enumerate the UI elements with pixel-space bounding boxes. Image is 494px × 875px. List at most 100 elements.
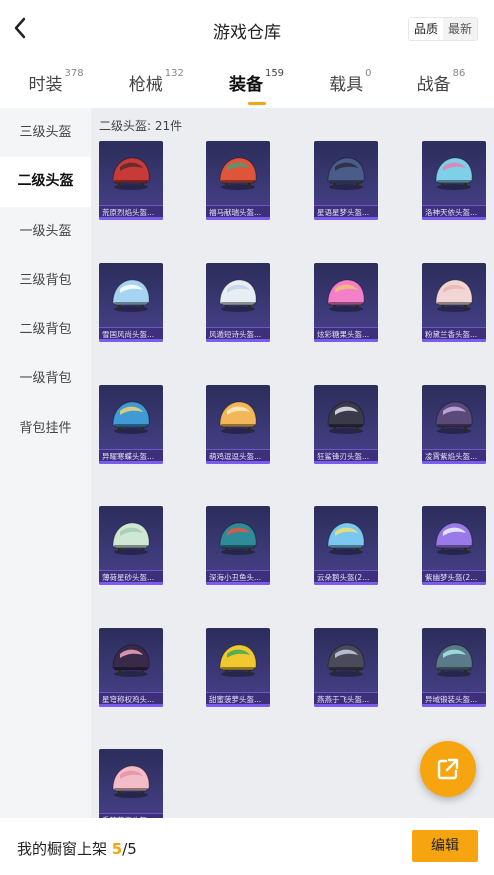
helmet-item-card[interactable]: 凌霄紫焰头盔... xyxy=(422,385,486,464)
helmet-icon xyxy=(219,401,257,434)
rarity-bar xyxy=(422,582,486,585)
item-grid-panel: 二级头盔: 21件 荒原烈焰头盔... 福马献瑞头盔... 星语星梦头盔... 洛神天… xyxy=(91,108,494,818)
showcase-label: 我的橱窗上架 xyxy=(17,840,108,858)
share-external-icon xyxy=(437,758,459,780)
sort-newest[interactable]: 最新 xyxy=(443,18,477,40)
helmet-item-card[interactable]: 福马献瑞头盔... xyxy=(206,141,270,220)
helmet-icon xyxy=(112,765,150,798)
tab-fashion[interactable]: 时装378 xyxy=(29,58,84,95)
tab-count: 378 xyxy=(64,68,84,79)
helmet-icon xyxy=(112,157,150,190)
rarity-bar xyxy=(314,704,378,707)
helmet-item-card[interactable]: 星穹称权鸡头... xyxy=(99,628,163,707)
rarity-bar xyxy=(99,339,163,342)
helmet-icon xyxy=(219,157,257,190)
tab-count: 0 xyxy=(365,68,372,79)
rarity-bar xyxy=(99,461,163,464)
sidebar-item-level3-backpack[interactable]: 三级背包 xyxy=(0,256,91,305)
tab-count: 86 xyxy=(452,68,466,79)
helmet-icon xyxy=(327,157,365,190)
showcase-total-count: /5 xyxy=(122,840,137,858)
helmet-item-card[interactable]: 萌鸡逗逗头盔... xyxy=(206,385,270,464)
showcase-current-count: 5 xyxy=(111,840,123,858)
tab-weapons[interactable]: 枪械132 xyxy=(129,58,184,95)
rarity-bar xyxy=(206,704,270,707)
helmet-icon xyxy=(435,522,473,555)
rarity-bar xyxy=(422,461,486,464)
sidebar-item-level1-helmet[interactable]: 一级头盔 xyxy=(0,207,91,256)
helmet-icon xyxy=(435,644,473,677)
rarity-bar xyxy=(99,704,163,707)
helmet-icon xyxy=(112,279,150,312)
category-tabs: 时装378 枪械132 装备159 载具0 战备86 xyxy=(0,58,494,106)
helmet-item-card[interactable]: 洛神天依头盔... xyxy=(422,141,486,220)
helmet-icon xyxy=(327,644,365,677)
rarity-bar xyxy=(206,461,270,464)
tab-active-indicator xyxy=(247,102,266,105)
helmet-item-card[interactable]: 紫幽梦头盔(2... xyxy=(422,506,486,585)
tab-count: 132 xyxy=(164,68,184,79)
sort-toggle[interactable]: 品质 最新 xyxy=(407,17,478,41)
helmet-icon xyxy=(219,279,257,312)
helmet-icon xyxy=(112,644,150,677)
share-button[interactable] xyxy=(420,741,476,797)
helmet-icon xyxy=(327,401,365,434)
rarity-bar xyxy=(422,704,486,707)
helmet-icon xyxy=(112,401,150,434)
helmet-item-card[interactable]: 荒原烈焰头盔... xyxy=(99,141,163,220)
edit-button[interactable]: 编辑 xyxy=(412,830,478,862)
rarity-bar xyxy=(314,339,378,342)
helmet-item-card[interactable]: 粉黛兰香头盔... xyxy=(422,263,486,342)
rarity-bar xyxy=(99,217,163,220)
tab-label: 载具 xyxy=(329,75,364,95)
tab-vehicles[interactable]: 载具0 xyxy=(329,58,371,95)
helmet-item-card[interactable]: 狂鲨锋刃头盔... xyxy=(314,385,378,464)
helmet-item-card[interactable]: 甜蜜菠萝头盔... xyxy=(206,628,270,707)
helmet-icon xyxy=(327,522,365,555)
showcase-status: 我的橱窗上架 5/5 xyxy=(17,838,137,859)
sidebar: 三级头盔 二级头盔 一级头盔 三级背包 二级背包 一级背包 背包挂件 xyxy=(0,108,91,818)
tab-equipment[interactable]: 装备159 xyxy=(228,58,284,105)
sidebar-item-level2-helmet[interactable]: 二级头盔 xyxy=(0,157,91,207)
rarity-bar xyxy=(314,461,378,464)
rarity-bar xyxy=(422,217,486,220)
helmet-item-card[interactable]: 薄荷星砂头盔... xyxy=(99,506,163,585)
helmet-icon xyxy=(327,279,365,312)
rarity-bar xyxy=(314,582,378,585)
rarity-bar xyxy=(206,217,270,220)
rarity-bar xyxy=(206,339,270,342)
helmet-icon xyxy=(435,157,473,190)
sidebar-item-backpack-charm[interactable]: 背包挂件 xyxy=(0,404,91,453)
helmet-icon xyxy=(435,401,473,434)
rarity-bar xyxy=(206,582,270,585)
helmet-item-card[interactable]: 炫彩糖果头盔... xyxy=(314,263,378,342)
footer-bar: 我的橱窗上架 5/5 编辑 xyxy=(0,818,494,875)
tab-supplies[interactable]: 战备86 xyxy=(417,58,466,95)
section-label: 二级头盔: 21件 xyxy=(99,119,183,133)
helmet-item-card[interactable]: 异域锻装头盔... xyxy=(422,628,486,707)
sidebar-item-level3-helmet[interactable]: 三级头盔 xyxy=(0,108,91,157)
sidebar-item-level1-backpack[interactable]: 一级背包 xyxy=(0,354,91,403)
tab-label: 装备 xyxy=(228,75,263,95)
helmet-item-card[interactable]: 风遁短诗头盔... xyxy=(206,263,270,342)
helmet-item-card[interactable]: 雪国风尚头盔... xyxy=(99,263,163,342)
tab-label: 战备 xyxy=(416,75,451,95)
header: 游戏仓库 品质 最新 xyxy=(0,0,494,58)
helmet-icon xyxy=(219,644,257,677)
helmet-item-card[interactable]: 燕燕于飞头盔... xyxy=(314,628,378,707)
helmet-item-card[interactable]: 云朵鹅头盔(2... xyxy=(314,506,378,585)
tab-label: 时装 xyxy=(28,75,63,95)
sidebar-item-level2-backpack[interactable]: 二级背包 xyxy=(0,305,91,354)
tab-label: 枪械 xyxy=(128,75,163,95)
helmet-item-card[interactable]: 星语星梦头盔... xyxy=(314,141,378,220)
helmet-item-card[interactable]: 深海小丑鱼头... xyxy=(206,506,270,585)
sort-quality[interactable]: 品质 xyxy=(408,18,443,40)
rarity-bar xyxy=(99,582,163,585)
rarity-bar xyxy=(314,217,378,220)
helmet-item-card[interactable]: 香辣花海头盔... xyxy=(99,749,163,818)
rarity-bar xyxy=(422,339,486,342)
helmet-icon xyxy=(112,522,150,555)
helmet-item-card[interactable]: 异曜寒蝶头盔... xyxy=(99,385,163,464)
helmet-icon xyxy=(219,522,257,555)
helmet-icon xyxy=(435,279,473,312)
